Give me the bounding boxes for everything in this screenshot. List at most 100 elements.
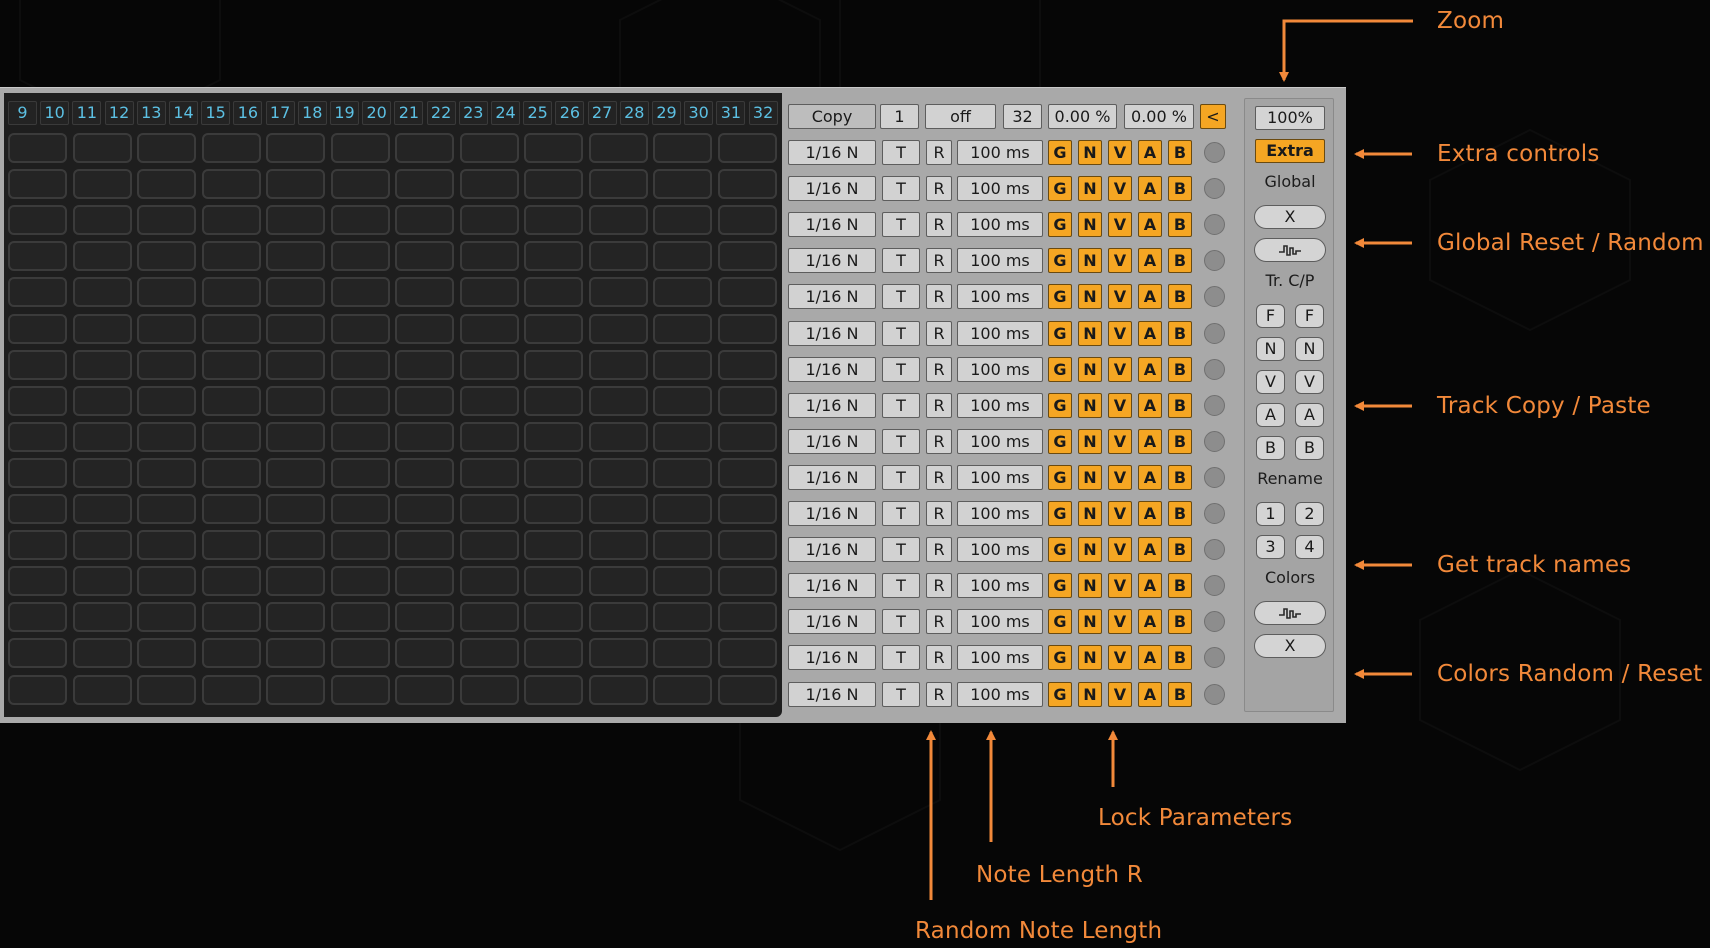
time-box[interactable]: 100 ms	[957, 537, 1043, 563]
lock-n-button[interactable]: N	[1078, 681, 1102, 707]
toggle-t-button[interactable]: T	[882, 501, 920, 526]
random-r-button[interactable]: R	[926, 428, 952, 454]
grid-cell[interactable]	[72, 457, 132, 488]
grid-cell[interactable]	[8, 205, 67, 236]
lock-n-button[interactable]: N	[1078, 464, 1102, 490]
random-r-button[interactable]: R	[926, 573, 952, 599]
grid-cell[interactable]	[653, 421, 712, 452]
lock-g-button[interactable]: G	[1048, 573, 1072, 599]
grid-cell[interactable]	[395, 277, 454, 308]
grid-cell[interactable]	[266, 205, 325, 236]
value-1-box[interactable]: 1	[880, 104, 919, 129]
colors-random-button[interactable]	[1254, 601, 1326, 625]
lock-g-button[interactable]: G	[1048, 645, 1072, 671]
grid-cell[interactable]	[266, 277, 325, 308]
grid-cell[interactable]	[524, 494, 583, 524]
lock-b-button[interactable]: B	[1168, 212, 1192, 238]
grid-cell[interactable]	[72, 530, 132, 561]
lock-n-button[interactable]: N	[1078, 609, 1102, 635]
grid-cell[interactable]	[524, 313, 583, 344]
grid-cell[interactable]	[588, 638, 648, 669]
grid-cell[interactable]	[266, 385, 325, 416]
lock-a-button[interactable]: A	[1138, 392, 1162, 418]
note-length-box[interactable]: 1/16 N	[788, 537, 876, 563]
grid-cell[interactable]	[330, 638, 390, 669]
lock-v-button[interactable]: V	[1108, 681, 1132, 707]
grid-cell[interactable]	[717, 421, 777, 452]
time-box[interactable]: 100 ms	[957, 176, 1043, 202]
grid-cell[interactable]	[395, 313, 454, 344]
lock-g-button[interactable]: G	[1048, 464, 1072, 490]
lock-a-button[interactable]: A	[1138, 681, 1162, 707]
grid-cell[interactable]	[8, 313, 67, 344]
grid-cell[interactable]	[524, 349, 583, 380]
grid-cell[interactable]	[524, 638, 583, 669]
note-length-box[interactable]: 1/16 N	[788, 392, 876, 418]
grid-cell[interactable]	[588, 169, 648, 200]
lock-b-button[interactable]: B	[1168, 176, 1192, 202]
global-random-button[interactable]	[1254, 238, 1326, 262]
lock-n-button[interactable]: N	[1078, 537, 1102, 563]
grid-cell[interactable]	[588, 457, 648, 488]
grid-cell[interactable]	[459, 530, 519, 561]
grid-cell[interactable]	[72, 674, 132, 705]
grid-cell[interactable]	[330, 530, 390, 561]
track-copy-button[interactable]: A	[1256, 403, 1285, 427]
lock-v-button[interactable]: V	[1108, 501, 1132, 526]
grid-cell[interactable]	[266, 349, 325, 380]
lock-a-button[interactable]: A	[1138, 464, 1162, 490]
toggle-t-button[interactable]: T	[882, 284, 920, 310]
grid-cell[interactable]	[8, 602, 67, 633]
grid-cell[interactable]	[137, 494, 196, 524]
lock-v-button[interactable]: V	[1108, 320, 1132, 346]
value-32-box[interactable]: 32	[1003, 104, 1042, 129]
grid-cell[interactable]	[653, 313, 712, 344]
grid-cell[interactable]	[8, 457, 67, 488]
grid-cell[interactable]	[588, 566, 648, 597]
toggle-t-button[interactable]: T	[882, 428, 920, 454]
toggle-t-button[interactable]: T	[882, 320, 920, 346]
grid-cell[interactable]	[8, 385, 67, 416]
time-box[interactable]: 100 ms	[957, 140, 1043, 165]
grid-cell[interactable]	[201, 530, 261, 561]
lock-b-button[interactable]: B	[1168, 645, 1192, 671]
grid-cell[interactable]	[524, 277, 583, 308]
grid-cell[interactable]	[137, 313, 196, 344]
lock-a-button[interactable]: A	[1138, 140, 1162, 165]
grid-cell[interactable]	[588, 602, 648, 633]
grid-cell[interactable]	[72, 133, 132, 163]
random-r-button[interactable]: R	[926, 501, 952, 526]
lock-n-button[interactable]: N	[1078, 392, 1102, 418]
lock-g-button[interactable]: G	[1048, 212, 1072, 238]
grid-cell[interactable]	[459, 205, 519, 236]
grid-cell[interactable]	[524, 385, 583, 416]
grid-cell[interactable]	[201, 421, 261, 452]
grid-cell[interactable]	[201, 602, 261, 633]
note-length-box[interactable]: 1/16 N	[788, 573, 876, 599]
lock-b-button[interactable]: B	[1168, 537, 1192, 563]
grid-cell[interactable]	[201, 638, 261, 669]
note-length-box[interactable]: 1/16 N	[788, 248, 876, 274]
time-box[interactable]: 100 ms	[957, 645, 1043, 671]
lock-b-button[interactable]: B	[1168, 392, 1192, 418]
time-box[interactable]: 100 ms	[957, 392, 1043, 418]
grid-cell[interactable]	[459, 421, 519, 452]
random-r-button[interactable]: R	[926, 609, 952, 635]
grid-cell[interactable]	[717, 241, 777, 272]
grid-cell[interactable]	[588, 494, 648, 524]
colors-reset-button[interactable]: X	[1254, 634, 1326, 658]
grid-cell[interactable]	[653, 133, 712, 163]
grid-cell[interactable]	[459, 241, 519, 272]
grid-cell[interactable]	[8, 530, 67, 561]
random-r-button[interactable]: R	[926, 140, 952, 165]
time-box[interactable]: 100 ms	[957, 573, 1043, 599]
lock-g-button[interactable]: G	[1048, 537, 1072, 563]
grid-cell[interactable]	[201, 674, 261, 705]
grid-cell[interactable]	[201, 169, 261, 200]
grid-cell[interactable]	[459, 674, 519, 705]
lock-n-button[interactable]: N	[1078, 176, 1102, 202]
copy-button[interactable]: Copy	[788, 104, 876, 129]
note-length-box[interactable]: 1/16 N	[788, 320, 876, 346]
grid-cell[interactable]	[395, 602, 454, 633]
toggle-t-button[interactable]: T	[882, 609, 920, 635]
